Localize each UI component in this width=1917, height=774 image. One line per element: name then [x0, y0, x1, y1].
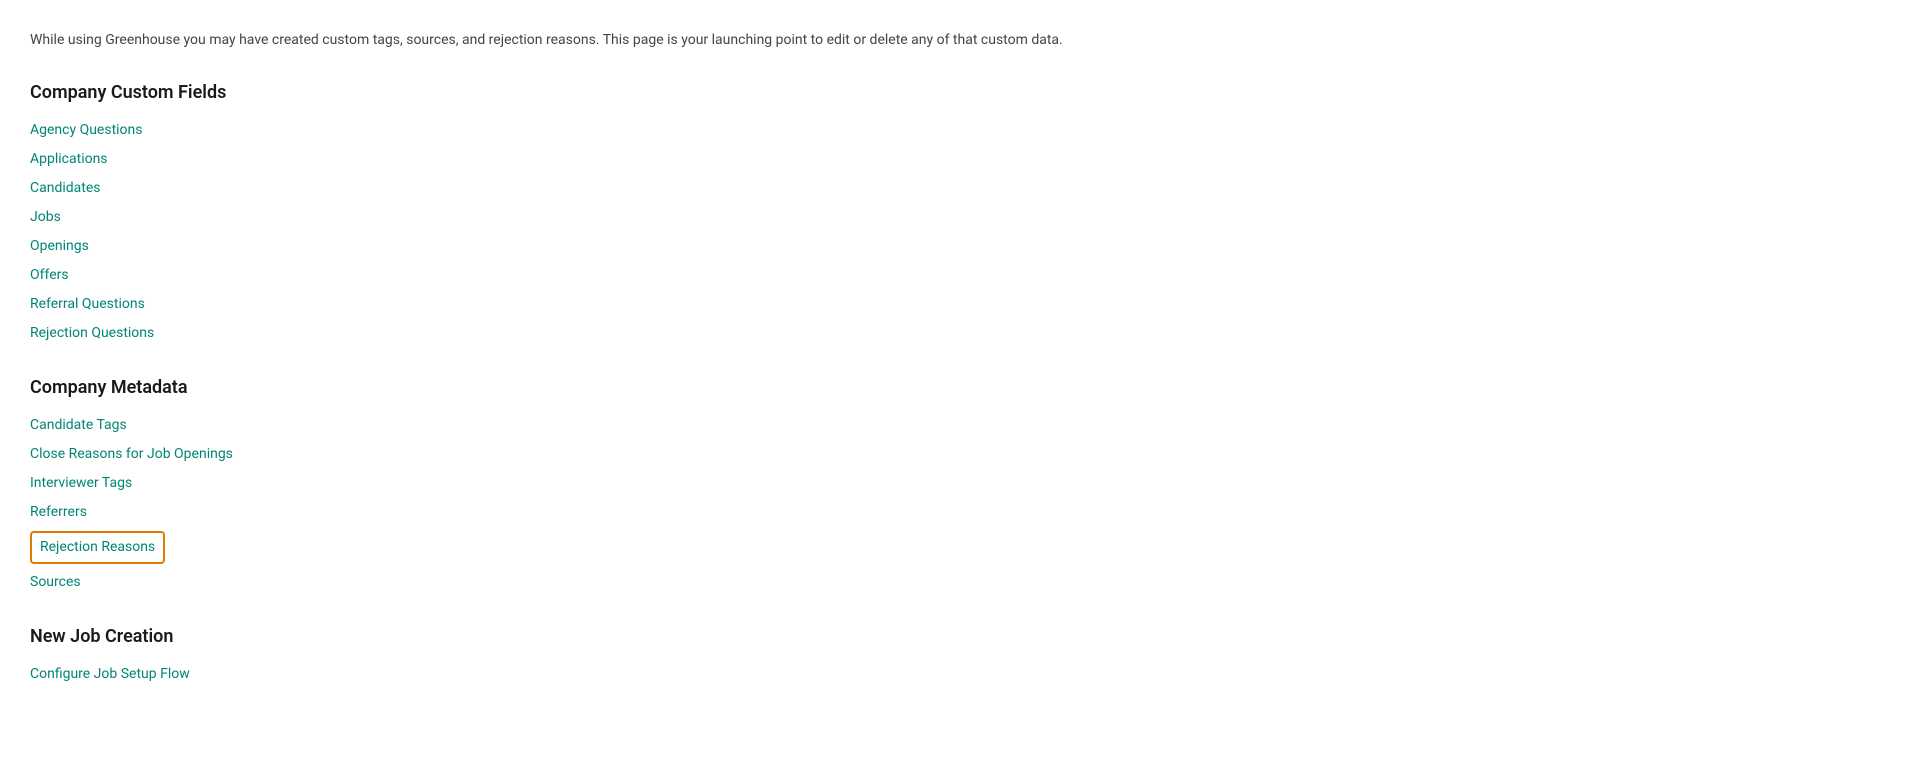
- link-openings[interactable]: Openings: [30, 238, 89, 254]
- section-new-job-creation: New Job Creation Configure Job Setup Flow: [30, 623, 1887, 685]
- section-title-new-job-creation: New Job Creation: [30, 623, 1887, 650]
- link-configure-job-setup-flow[interactable]: Configure Job Setup Flow: [30, 666, 190, 682]
- list-item-rejection-questions: Rejection Questions: [30, 323, 1887, 344]
- link-referral-questions[interactable]: Referral Questions: [30, 296, 145, 312]
- list-item-rejection-reasons: Rejection Reasons: [30, 531, 1887, 564]
- intro-text: While using Greenhouse you may have crea…: [30, 30, 1887, 51]
- list-item-candidates: Candidates: [30, 178, 1887, 199]
- link-jobs[interactable]: Jobs: [30, 209, 61, 225]
- list-item-agency-questions: Agency Questions: [30, 120, 1887, 141]
- list-item-referral-questions: Referral Questions: [30, 294, 1887, 315]
- link-candidates[interactable]: Candidates: [30, 180, 101, 196]
- list-item-close-reasons: Close Reasons for Job Openings: [30, 444, 1887, 465]
- list-item-referrers: Referrers: [30, 502, 1887, 523]
- section-company-metadata: Company Metadata Candidate Tags Close Reas…: [30, 374, 1887, 593]
- list-item-jobs: Jobs: [30, 207, 1887, 228]
- section-title-company-metadata: Company Metadata: [30, 374, 1887, 401]
- section-company-custom-fields: Company Custom Fields Agency Questions App…: [30, 79, 1887, 344]
- link-close-reasons[interactable]: Close Reasons for Job Openings: [30, 446, 233, 462]
- list-item-candidate-tags: Candidate Tags: [30, 415, 1887, 436]
- list-item-openings: Openings: [30, 236, 1887, 257]
- list-item-applications: Applications: [30, 149, 1887, 170]
- link-applications[interactable]: Applications: [30, 151, 108, 167]
- list-item-configure-job-setup-flow: Configure Job Setup Flow: [30, 664, 1887, 685]
- link-list-new-job-creation: Configure Job Setup Flow: [30, 664, 1887, 685]
- link-interviewer-tags[interactable]: Interviewer Tags: [30, 475, 132, 491]
- link-referrers[interactable]: Referrers: [30, 504, 87, 520]
- link-list-company-metadata: Candidate Tags Close Reasons for Job Open…: [30, 415, 1887, 593]
- list-item-interviewer-tags: Interviewer Tags: [30, 473, 1887, 494]
- link-rejection-questions[interactable]: Rejection Questions: [30, 325, 154, 341]
- list-item-sources: Sources: [30, 572, 1887, 593]
- list-item-offers: Offers: [30, 265, 1887, 286]
- section-title-company-custom-fields: Company Custom Fields: [30, 79, 1887, 106]
- link-sources[interactable]: Sources: [30, 574, 81, 590]
- link-offers[interactable]: Offers: [30, 267, 69, 283]
- link-agency-questions[interactable]: Agency Questions: [30, 122, 143, 138]
- link-rejection-reasons[interactable]: Rejection Reasons: [30, 531, 165, 564]
- link-list-company-custom-fields: Agency Questions Applications Candidates Jo…: [30, 120, 1887, 344]
- link-candidate-tags[interactable]: Candidate Tags: [30, 417, 127, 433]
